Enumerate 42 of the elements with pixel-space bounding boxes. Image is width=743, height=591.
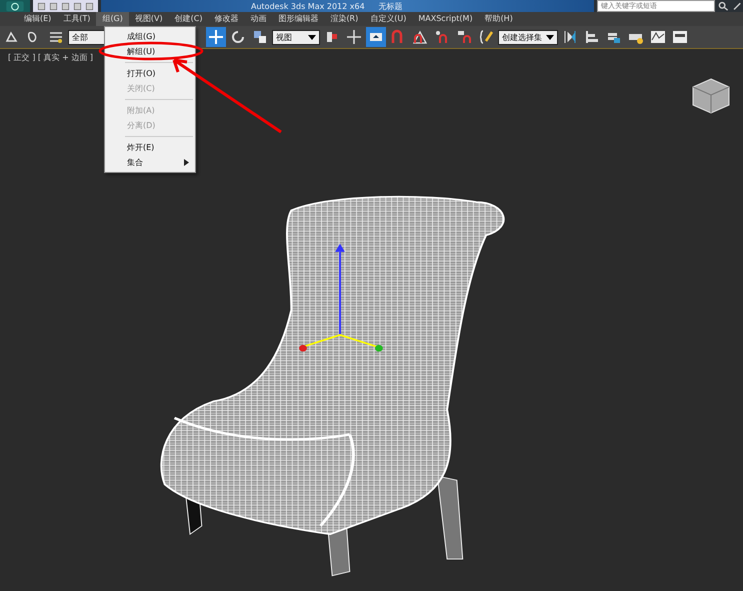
manipulate-icon (346, 29, 362, 45)
menu-item[interactable]: 炸开(E) (105, 140, 195, 155)
dropdown-value: 创建选择集 (502, 32, 542, 42)
manipulate-button[interactable] (344, 27, 364, 47)
percent-snap-icon (434, 29, 450, 45)
menu-item[interactable]: 自定义(U) (364, 12, 412, 26)
menu-item[interactable]: 打开(O) (105, 66, 195, 81)
caret-icon (308, 34, 316, 40)
document-title: 无标题 (378, 0, 403, 12)
curve-editor-icon (650, 29, 666, 45)
transform-gizmo-icon (299, 244, 383, 352)
spinner-snap-icon (456, 29, 472, 45)
search-icon[interactable] (718, 1, 729, 11)
menu-item[interactable]: 动画 (244, 12, 272, 26)
rotate-icon (230, 29, 246, 45)
app-logo-icon[interactable] (0, 0, 30, 12)
menu-item[interactable]: 渲染(R) (324, 12, 364, 26)
menu-item[interactable]: 视图(V) (128, 12, 169, 26)
menu-item[interactable]: MAXScript(M) (412, 12, 479, 26)
dropdown[interactable]: 视图 (272, 30, 320, 44)
menu-item[interactable]: 工具(T) (57, 12, 96, 26)
menu-item[interactable]: 图形编辑器 (272, 12, 324, 26)
angle-snap-icon (412, 29, 428, 45)
align-icon (584, 29, 600, 45)
dropdown[interactable]: 创建选择集 (498, 30, 558, 44)
caret-icon (546, 34, 554, 40)
mirror-icon (562, 29, 578, 45)
dropdown-value: 全部 (72, 32, 88, 42)
menu-item[interactable]: 修改器 (208, 12, 244, 26)
menu-item[interactable]: 组(G) (96, 12, 129, 26)
scale-icon (252, 29, 268, 45)
menu-item[interactable]: 编辑(E) (18, 12, 58, 26)
viewport-label[interactable]: [ 正交 ] [ 真实 + 边面 ] (0, 49, 93, 63)
menu-item[interactable]: 创建(C) (168, 12, 208, 26)
menu-item[interactable]: 集合 (105, 155, 195, 170)
window-title: Autodesk 3ds Max 2012 x64 (251, 2, 365, 10)
move-icon (208, 29, 224, 45)
move-button[interactable] (206, 27, 226, 47)
pivot-icon (324, 29, 340, 45)
menu-item[interactable]: 帮助(H) (478, 12, 519, 26)
schematic-view-icon (672, 29, 688, 45)
dropdown-value: 视图 (276, 32, 292, 42)
